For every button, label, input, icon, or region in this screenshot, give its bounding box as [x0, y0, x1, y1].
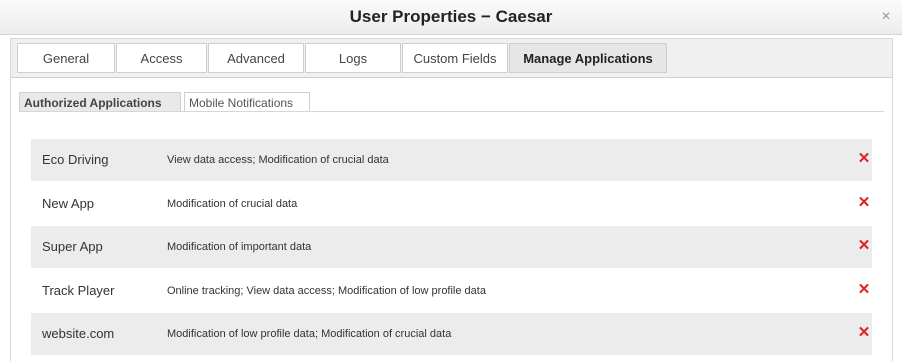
remove-icon[interactable]: ✕ [857, 195, 871, 210]
subtab-mobile-notifications[interactable]: Mobile Notifications [184, 92, 310, 112]
list-item: website.com Modification of low profile … [31, 313, 872, 355]
app-permissions: Modification of low profile data; Modifi… [167, 328, 452, 340]
app-permissions: View data access; Modification of crucia… [167, 154, 389, 166]
remove-icon[interactable]: ✕ [857, 151, 871, 166]
tab-advanced[interactable]: Advanced [208, 43, 304, 73]
close-icon[interactable]: × [878, 9, 894, 25]
remove-icon[interactable]: ✕ [857, 325, 871, 340]
app-name: New App [42, 196, 95, 211]
tab-general[interactable]: General [17, 43, 115, 73]
app-permissions: Online tracking; View data access; Modif… [167, 285, 486, 297]
window-title: User Properties − Caesar [349, 7, 553, 26]
tab-access[interactable]: Access [116, 43, 207, 73]
tab-bar: General Access Advanced Logs Custom Fiel… [11, 39, 892, 78]
list-item: Track Player Online tracking; View data … [31, 270, 872, 312]
app-permissions: Modification of important data [167, 241, 312, 253]
app-permissions: Modification of crucial data [167, 198, 298, 210]
subtab-divider [19, 111, 884, 112]
app-name: website.com [42, 326, 115, 341]
properties-panel: General Access Advanced Logs Custom Fiel… [10, 38, 893, 361]
window-titlebar: User Properties − Caesar × [0, 0, 902, 35]
list-item: Eco Driving View data access; Modificati… [31, 139, 872, 181]
app-name: Eco Driving [42, 152, 109, 167]
subtab-authorized-applications[interactable]: Authorized Applications [19, 92, 181, 112]
list-item: New App Modification of crucial data ✕ [31, 183, 872, 225]
app-name: Track Player [42, 283, 115, 298]
tab-manage-applications[interactable]: Manage Applications [509, 43, 667, 73]
remove-icon[interactable]: ✕ [857, 282, 871, 297]
tab-logs[interactable]: Logs [305, 43, 401, 73]
remove-icon[interactable]: ✕ [857, 238, 871, 253]
list-item: Super App Modification of important data… [31, 226, 872, 268]
tab-custom-fields[interactable]: Custom Fields [402, 43, 508, 73]
app-name: Super App [42, 239, 103, 254]
